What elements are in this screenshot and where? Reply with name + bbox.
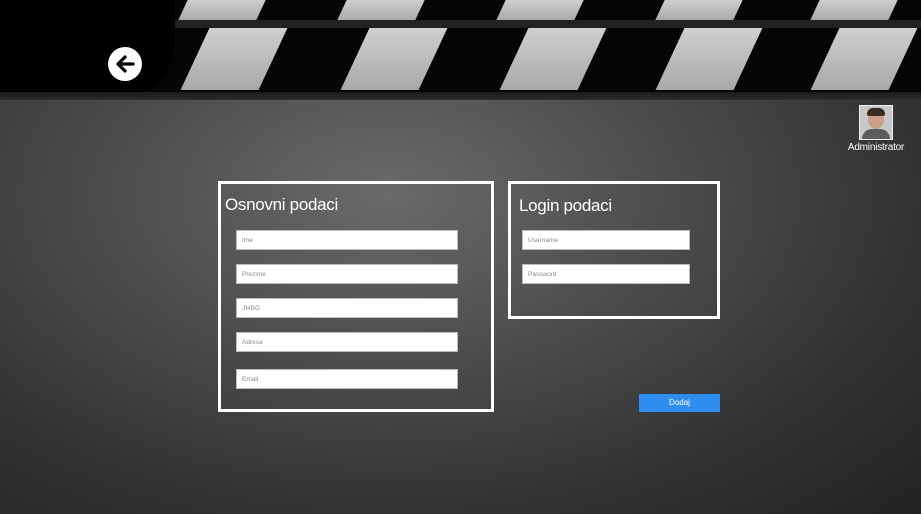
first-name-input[interactable] — [236, 230, 458, 250]
user-name: Administrator — [847, 142, 905, 153]
user-profile[interactable]: Administrator — [831, 105, 921, 153]
clapperboard-header — [0, 0, 921, 100]
back-button[interactable] — [108, 47, 142, 81]
last-name-input[interactable] — [236, 264, 458, 284]
jmbg-input[interactable] — [236, 298, 458, 318]
password-input[interactable] — [522, 264, 690, 284]
username-input[interactable] — [522, 230, 690, 250]
basic-data-title: Osnovni podaci — [225, 195, 338, 214]
email-input[interactable] — [236, 369, 458, 389]
login-data-panel: Login podaci — [508, 181, 720, 319]
address-input[interactable] — [236, 332, 458, 352]
basic-data-panel: Osnovni podaci — [218, 181, 494, 412]
login-data-title: Login podaci — [519, 196, 612, 215]
add-button[interactable]: Dodaj — [639, 394, 720, 412]
user-avatar[interactable] — [859, 105, 893, 140]
arrow-left-icon — [116, 55, 135, 73]
